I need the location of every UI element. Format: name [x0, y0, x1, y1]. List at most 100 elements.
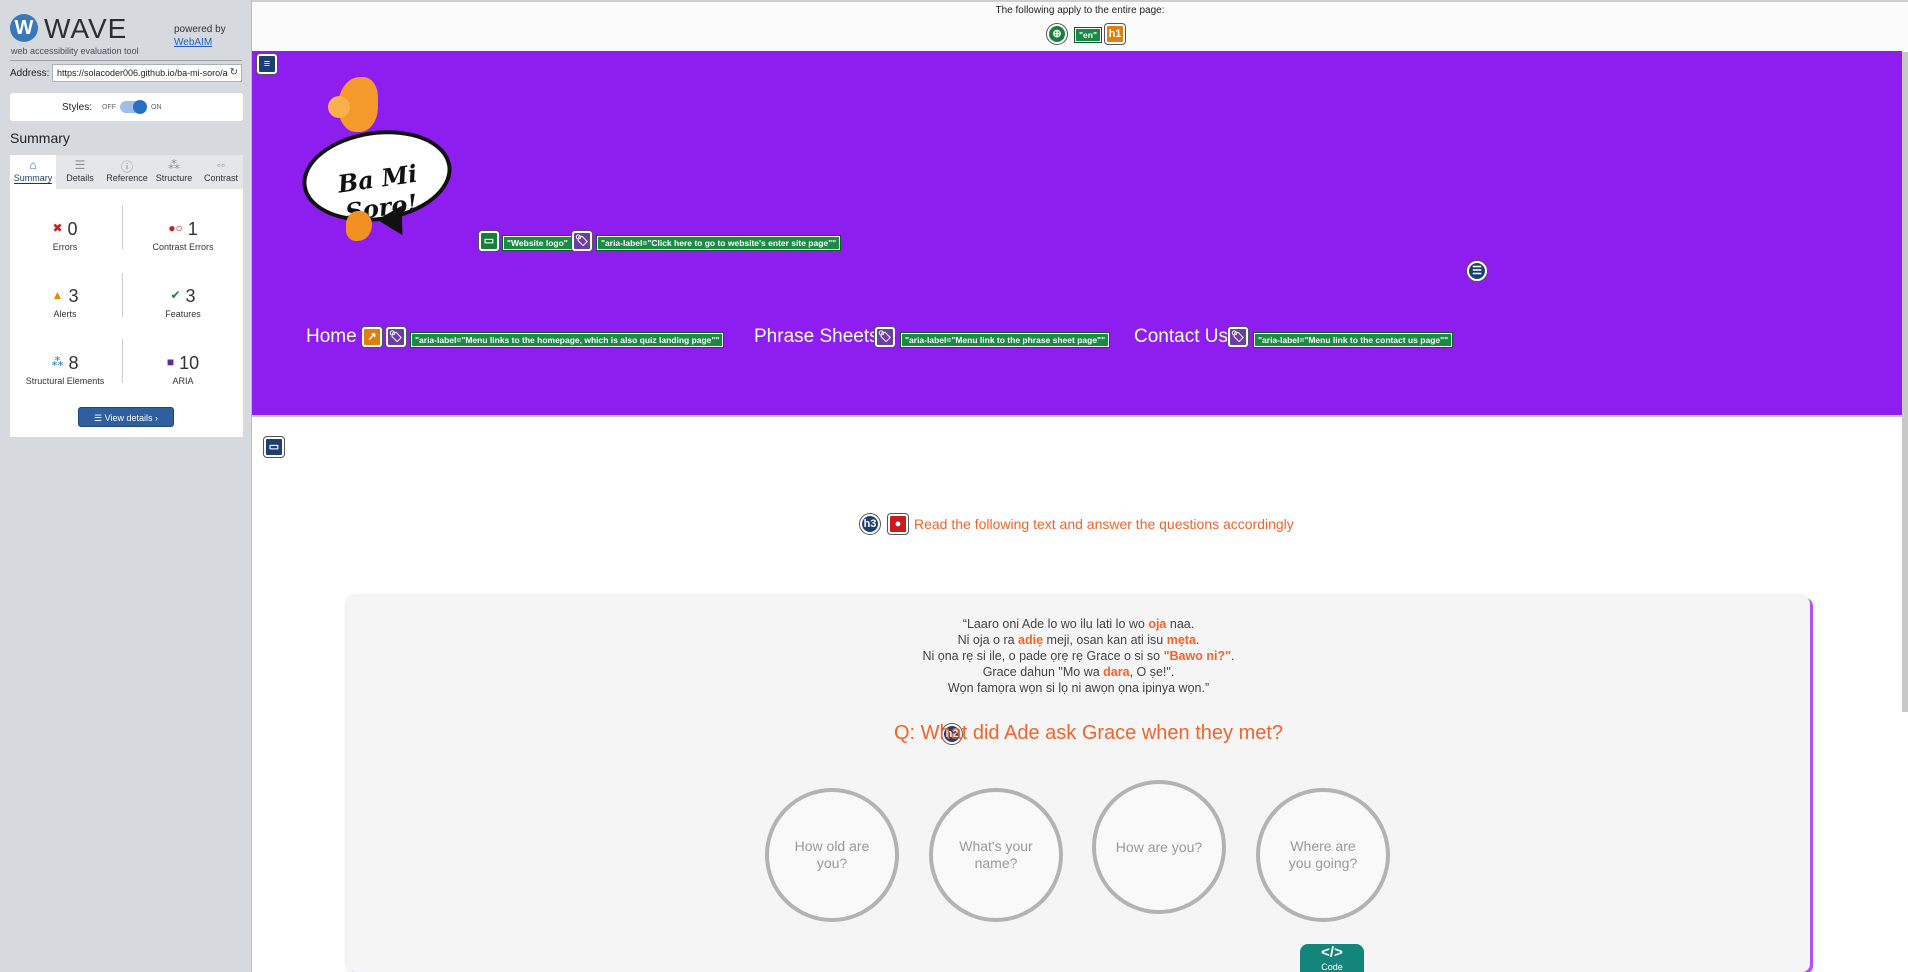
passage-highlight: mẹta [1166, 633, 1196, 647]
toggle-knob [133, 100, 147, 114]
site-logo[interactable]: Ba Mi Soro! [296, 71, 472, 246]
quiz-card: “Laaro oni Ade lo wo ilu lati lo wo oja … [347, 596, 1810, 972]
aria-label-tag: "aria-label="Click here to go to website… [595, 235, 842, 251]
tab-structure[interactable]: ⁂ Structure [151, 155, 197, 189]
passage-text: Ni oja o ra [957, 633, 1019, 647]
aria-label-icon[interactable]: 🏷 [386, 327, 406, 347]
splash-shape [328, 96, 350, 118]
contrast-count: 1 [187, 219, 198, 239]
wave-sidebar: W WAVE web accessibility evaluation tool… [0, 0, 252, 972]
tab-reference[interactable]: ⓘ Reference [104, 155, 150, 189]
refresh-icon[interactable]: ↻ [230, 65, 238, 81]
scrollbar[interactable] [1902, 52, 1908, 712]
answer-option[interactable]: What's your name? [929, 788, 1063, 922]
tab-details[interactable]: ☰ Details [57, 155, 103, 189]
aria-label-icon[interactable]: 🏷 [1228, 327, 1248, 347]
stat-errors: ✖ 0 Errors [10, 219, 120, 252]
nav-contact-us[interactable]: Contact Us [1134, 326, 1228, 348]
structural-count: 8 [68, 353, 79, 373]
stat-contrast: ●○ 1 Contrast Errors [128, 219, 238, 252]
reading-passage: “Laaro oni Ade lo wo ilu lati lo wo oja … [347, 616, 1810, 696]
instruction-heading: Read the following text and answer the q… [914, 516, 1294, 532]
tab-label: Contrast [203, 173, 238, 183]
contrast-error-icon[interactable]: ● [888, 514, 908, 534]
site-header: ≡ Ba Mi Soro! ▭ "Website logo" 🏷 "aria-l… [252, 51, 1902, 417]
passage-text: “Laaro oni Ade lo wo ilu lati lo wo [962, 617, 1149, 631]
language-icon[interactable]: ⊕ [1047, 24, 1067, 44]
aria-label-icon[interactable]: 🏷 [875, 327, 895, 347]
passage-text: . [1231, 649, 1235, 663]
header-landmark-icon[interactable]: ≡ [257, 54, 277, 74]
styles-label: Styles: [62, 102, 93, 113]
code-toggle-button[interactable]: </> Code [1300, 944, 1364, 972]
lang-tag: "en" [1074, 27, 1102, 43]
code-label: Code [1321, 962, 1343, 972]
passage-text: Ni ọna rẹ si ile, o pade ọrẹ rẹ Grace o … [922, 649, 1164, 663]
passage-text: naa. [1166, 617, 1195, 631]
splash-shape [346, 211, 372, 241]
question-heading: Q: What did Ade ask Grace when they met? [893, 722, 1284, 744]
passage-highlight: adiẹ [1018, 633, 1044, 647]
home-icon: ⌂ [29, 158, 37, 172]
info-icon: ⓘ [120, 160, 133, 174]
redundant-link-alert-icon[interactable]: ↗ [362, 327, 382, 347]
nav-phrase-sheets[interactable]: Phrase Sheets [754, 326, 879, 348]
alt-text-icon[interactable]: ▭ [479, 231, 499, 251]
address-value: https://solacoder006.github.io/ba-mi-sor… [57, 68, 228, 78]
view-details-button[interactable]: ☰ View details › [78, 407, 174, 427]
tab-label: Structure [155, 173, 193, 183]
answer-option[interactable]: How are you? [1092, 780, 1226, 914]
answer-option[interactable]: How old are you? [765, 788, 899, 922]
list-icon: ☰ [94, 413, 105, 423]
tab-summary[interactable]: ⌂ Summary [10, 155, 56, 189]
alt-text-tag: "Website logo" [502, 235, 573, 251]
tab-contrast[interactable]: ◦◦ Contrast [198, 155, 244, 189]
h1-alert-icon[interactable]: h1 [1105, 24, 1125, 44]
errors-count: 0 [67, 219, 78, 239]
answer-option[interactable]: Where are you going? [1256, 788, 1390, 922]
styles-on-label: ON [151, 104, 162, 111]
divider [122, 205, 123, 249]
summary-heading: Summary [10, 130, 70, 146]
aria-label-icon[interactable]: 🏷 [572, 231, 592, 251]
stat-structural: ⁂ 8 Structural Elements [10, 353, 120, 386]
powered-by: powered by WebAIM [174, 23, 226, 49]
h3-icon[interactable]: h3 [860, 514, 880, 534]
wave-logo-icon: W [10, 14, 38, 42]
aria-count: 10 [179, 353, 200, 373]
tab-label: Reference [106, 173, 148, 183]
address-label: Address: [10, 68, 50, 79]
passage-text: , O ṣe!". [1129, 665, 1175, 679]
webaim-link[interactable]: WebAIM [174, 37, 212, 48]
view-details-label: View details › [104, 413, 158, 423]
wave-subtitle: web accessibility evaluation tool [11, 46, 139, 56]
aria-icon: ■ [166, 355, 175, 369]
contrast-error-icon: ●○ [168, 221, 183, 235]
passage-highlight: "Bawo ni?" [1163, 649, 1232, 663]
list-icon: ☰ [74, 158, 86, 172]
passage-text: . [1195, 633, 1200, 647]
address-input[interactable]: https://solacoder006.github.io/ba-mi-sor… [52, 64, 242, 82]
aria-label-tag: "aria-label="Menu link to the phrase she… [899, 332, 1111, 348]
navigation-landmark-icon[interactable]: ☰ [1467, 261, 1487, 281]
feature-icon: ✔ [170, 288, 181, 302]
error-icon: ✖ [52, 221, 63, 235]
code-icon: </> [1321, 944, 1343, 961]
wave-tabs: ⌂ Summary ☰ Details ⓘ Reference ⁂ Structure … [10, 155, 243, 189]
main-landmark-icon[interactable]: ▭ [264, 437, 284, 457]
nav-home[interactable]: Home [306, 326, 357, 348]
aria-label-tag: "aria-label="Menu links to the homepage,… [409, 332, 725, 348]
passage-highlight: oja [1148, 617, 1167, 631]
features-label: Features [165, 309, 201, 319]
divider [122, 339, 123, 383]
structural-label: Structural Elements [25, 376, 105, 386]
styles-toggle[interactable] [120, 100, 147, 114]
wave-title: WAVE [44, 13, 128, 44]
styles-toggle-panel: Styles: OFF ON [10, 93, 243, 121]
notice-text: The following apply to the entire page: [995, 5, 1165, 16]
aria-label-tag: "aria-label="Menu link to the contact us… [1252, 332, 1454, 348]
contrast-icon: ◦◦ [216, 158, 226, 172]
alerts-count: 3 [68, 286, 79, 306]
alert-icon: ▲ [51, 288, 64, 302]
passage-text: Grace dahun "Mo wa [982, 665, 1104, 679]
